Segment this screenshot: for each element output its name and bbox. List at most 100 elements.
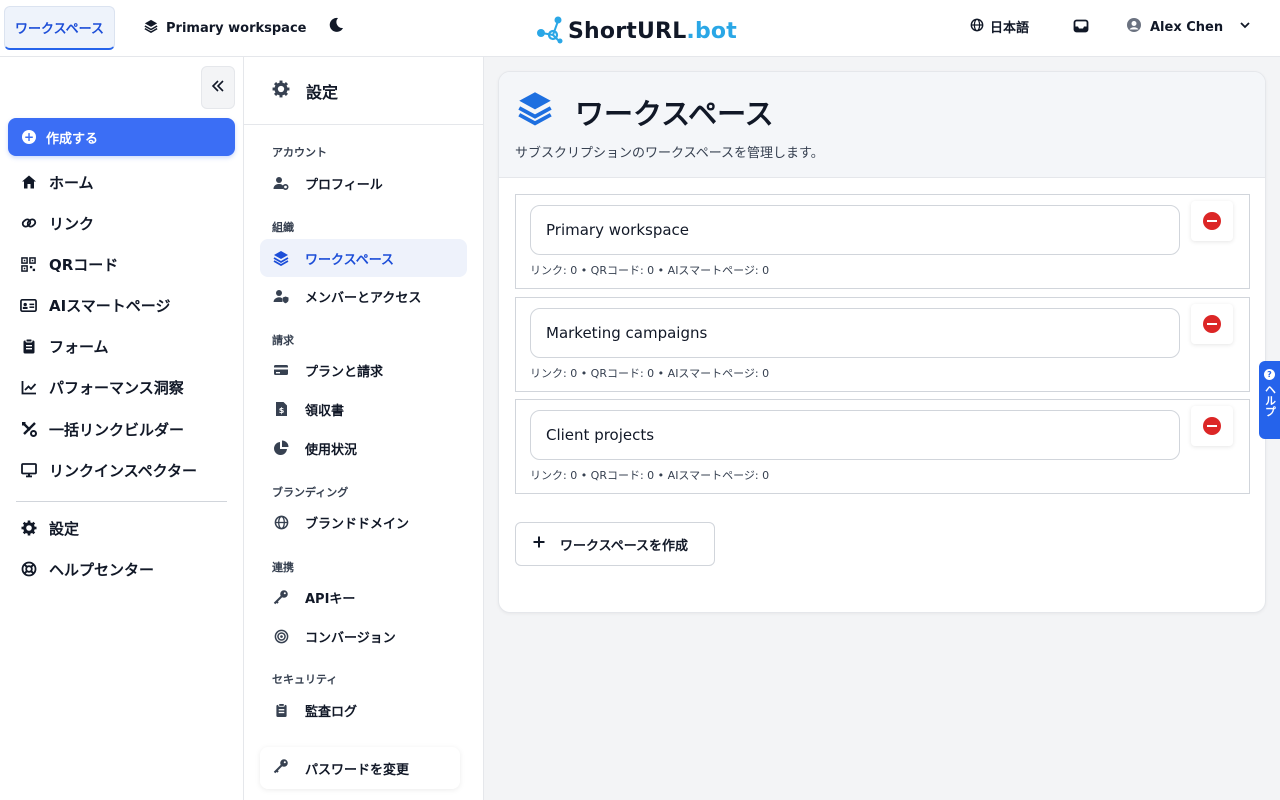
workspaces-card: ワークスペース サブスクリプションのワークスペースを管理します。 Primary… [498,71,1266,613]
settings-item-label: プロフィール [305,177,383,193]
nav-item-forms[interactable]: フォーム [20,334,109,358]
qr-icon [20,256,37,273]
minus-circle-icon [1203,315,1221,333]
nav-item-label: QRコード [49,255,119,274]
question-circle-icon: ? [1264,369,1275,380]
layers-icon [273,250,289,266]
workspace-selector-label: Primary workspace [166,20,307,36]
settings-item-audit-log[interactable]: 監査ログ [260,691,467,729]
minus-circle-icon [1203,212,1221,230]
nav-item-home[interactable]: ホーム [20,170,94,194]
page-title-text: ワークスペース [575,96,774,131]
settings-item-conversions[interactable]: コンバージョン [260,617,467,655]
nav-item-label: リンク [49,214,95,233]
user-gear-icon [273,175,289,191]
user-menu[interactable]: Alex Chen [1126,17,1251,37]
settings-item-usage[interactable]: 使用状況 [260,429,467,467]
settings-item-members[interactable]: メンバーとアクセス [260,277,467,315]
change-password-label: パスワードを変更 [305,762,410,778]
brand-suffix: .bot [686,18,737,44]
svg-text:$: $ [278,406,284,415]
brand-prefix: ShortURL [568,18,687,44]
help-tab-label: ヘルプ [1263,384,1277,417]
delete-workspace-button[interactable] [1191,406,1233,446]
nav-divider [16,501,227,502]
globe-icon [273,514,289,530]
section-label-billing: 請求 [272,334,294,347]
nav-item-qr-codes[interactable]: QRコード [20,252,118,276]
tools-icon [20,421,37,438]
settings-item-label: ワークスペース [305,252,395,268]
chart-icon [20,379,37,396]
collapse-sidebar-button[interactable] [201,66,235,109]
workspace-name-input[interactable]: Marketing campaigns [530,308,1180,358]
nav-item-label: AIスマートページ [49,296,171,315]
nav-item-label: パフォーマンス洞察 [49,378,184,397]
workspace-row: Client projects リンク: 0 • QRコード: 0 • AIスマ… [515,399,1250,494]
inbox-icon [1073,19,1089,38]
change-password-button[interactable]: パスワードを変更 [260,747,460,789]
id-card-icon [20,297,37,314]
nav-item-help-center[interactable]: ヘルプセンター [20,557,154,581]
create-workspace-label: ワークスペースを作成 [560,538,689,554]
globe-icon [970,18,984,36]
link-icon [20,215,37,232]
nav-item-bulk-link-builder[interactable]: 一括リンクビルダー [20,417,184,441]
clipboard-icon [273,702,289,718]
nav-item-label: 一括リンクビルダー [49,420,185,439]
settings-item-brand-domains[interactable]: ブランドドメイン [260,503,467,541]
help-tab[interactable]: ? ヘルプ [1259,361,1280,439]
user-circle-icon [1126,17,1142,37]
brand-logo[interactable]: ShortURL.bot [536,14,737,48]
pie-chart-icon [273,440,289,456]
inbox-button[interactable] [1073,18,1091,36]
create-button-label: 作成する [46,131,99,147]
user-name: Alex Chen [1150,19,1224,35]
language-selector[interactable]: 日本語 [970,17,1029,36]
plus-circle-icon: + [22,130,36,144]
settings-item-label: 使用状況 [305,442,358,458]
gear-icon [20,520,37,537]
settings-item-workspaces[interactable]: ワークスペース [260,239,467,277]
settings-item-plans-billing[interactable]: プランと請求 [260,351,467,389]
delete-workspace-button[interactable] [1191,304,1233,344]
nav-item-link-inspector[interactable]: リンクインスペクター [20,458,197,482]
delete-workspace-button[interactable] [1191,201,1233,241]
nav-item-ai-smart-pages[interactable]: AIスマートページ [20,293,170,317]
top-bar: ワークスペース Primary workspace ShortURL.bot 日… [0,0,1280,57]
nav-item-performance-insights[interactable]: パフォーマンス洞察 [20,375,184,399]
nav-item-label: リンクインスペクター [49,461,198,480]
workspace-meta: リンク: 0 • QRコード: 0 • AIスマートページ: 0 [530,264,770,277]
workspace-meta: リンク: 0 • QRコード: 0 • AIスマートページ: 0 [530,469,770,482]
invoice-icon: $ [273,401,289,417]
workspace-selector[interactable]: Primary workspace [144,17,306,39]
settings-item-receipts[interactable]: $ 領収書 [260,390,467,428]
create-workspace-button[interactable]: ワークスペースを作成 [515,522,715,566]
settings-item-profile[interactable]: プロフィール [260,164,467,202]
settings-header: 設定 [244,57,484,125]
gear-icon [272,80,290,102]
dark-mode-toggle[interactable] [326,17,346,37]
nav-item-settings[interactable]: 設定 [20,516,79,540]
key-icon [273,589,289,605]
layers-icon [517,90,553,133]
workspace-tab[interactable]: ワークスペース [4,6,115,50]
home-icon [20,174,37,191]
user-shield-icon [273,288,289,304]
workspace-name-input[interactable]: Client projects [530,410,1180,460]
create-button[interactable]: + 作成する [8,118,235,156]
settings-item-label: メンバーとアクセス [305,290,422,306]
settings-title: 設定 [306,82,339,102]
nav-item-links[interactable]: リンク [20,211,94,235]
layers-icon [144,19,158,37]
card-header: ワークスペース サブスクリプションのワークスペースを管理します。 [499,72,1265,178]
settings-item-api-keys[interactable]: APIキー [260,578,467,616]
section-label-account: アカウント [272,146,327,159]
page-title: ワークスペース [517,90,774,133]
settings-sidebar: 設定 アカウント プロフィール 組織 ワークスペース メンバーとアクセス 請求 … [244,57,484,800]
section-label-organization: 組織 [272,221,294,234]
workspace-name-input[interactable]: Primary workspace [530,205,1180,255]
share-nodes-icon [536,14,564,48]
main-sidebar: + 作成する ホーム リンク QRコード AIスマートページ フォーム パフォー… [0,57,244,800]
moon-icon [328,17,344,37]
